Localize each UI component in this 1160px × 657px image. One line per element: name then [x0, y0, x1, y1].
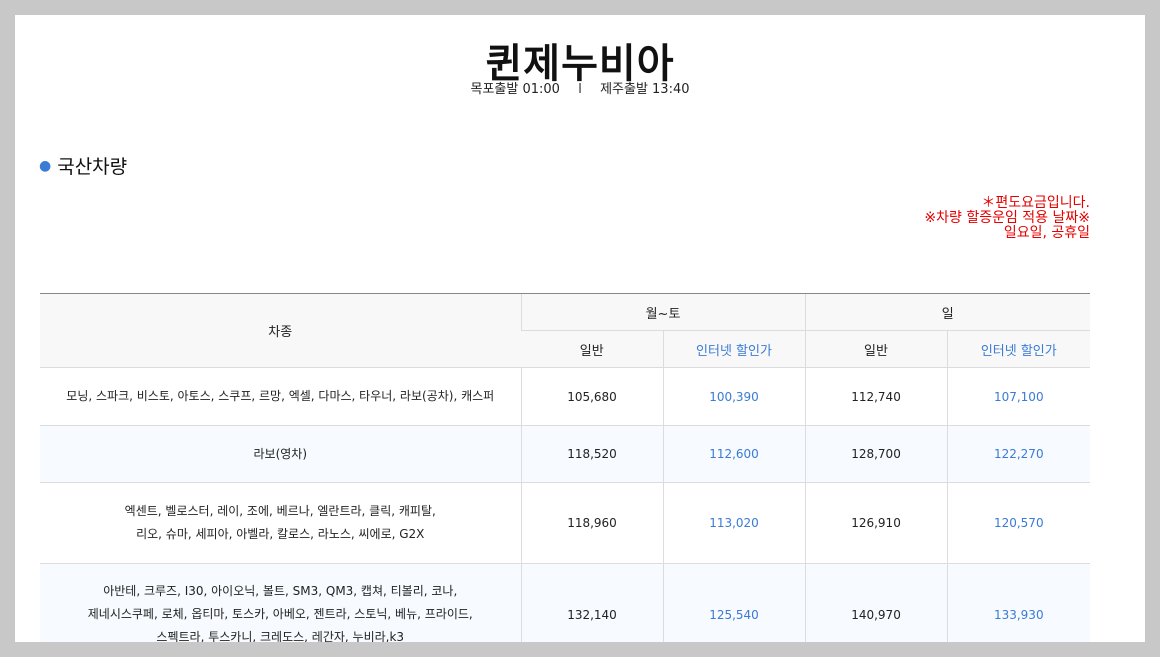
car-list-line: 리오, 슈마, 세피아, 아벨라, 칼로스, 라노스, 씨에로, G2X — [136, 527, 425, 541]
bullet-icon: ● — [39, 158, 52, 174]
weekday-internet-price: 125,540 — [662, 563, 806, 642]
weekday-internet-price: 100,390 — [662, 367, 806, 426]
header-sunday-internet: 인터넷 할인가 — [946, 330, 1091, 368]
table-row: 엑센트, 벨로스터, 레이, 조에, 베르나, 엘란트라, 클릭, 캐피탈, 리… — [40, 482, 1091, 564]
fare-page: 퀸제누비아 목포출발 01:00 I 제주출발 13:40 ● 국산차량 ＊편도요… — [15, 15, 1145, 642]
car-type-cell: 엑센트, 벨로스터, 레이, 조에, 베르나, 엘란트라, 클릭, 캐피탈, 리… — [40, 482, 521, 564]
header-weekday-internet: 인터넷 할인가 — [662, 330, 806, 368]
table-row: 모닝, 스파크, 비스토, 아토스, 스쿠프, 르망, 엑셀, 다마스, 타우너… — [40, 367, 1091, 426]
header-weekday-regular: 일반 — [521, 330, 663, 368]
sunday-regular-price: 126,910 — [804, 482, 948, 564]
weekday-regular-price: 132,140 — [520, 563, 663, 642]
mokpo-departure-time: 목포출발 01:00 — [470, 82, 560, 97]
notice-line-days: 일요일, 공휴일 — [1003, 225, 1090, 241]
sunday-regular-price: 140,970 — [804, 563, 948, 642]
weekday-regular-price: 118,520 — [520, 425, 663, 483]
weekday-regular-price: 105,680 — [520, 367, 663, 426]
car-list-line: 제네시스쿠페, 로체, 옵티마, 토스카, 아베오, 젠트라, 스토닉, 베뉴,… — [87, 607, 473, 621]
sunday-internet-price: 122,270 — [946, 425, 1091, 483]
schedule-separator: I — [578, 82, 582, 97]
sunday-internet-price: 120,570 — [946, 482, 1091, 564]
fare-notice: ＊편도요금입니다. ※차량 할증운임 적용 날짜※ 일요일, 공휴일 — [924, 196, 1090, 241]
car-list-line: 엑센트, 벨로스터, 레이, 조에, 베르나, 엘란트라, 클릭, 캐피탈, — [124, 504, 436, 518]
sunday-regular-price: 128,700 — [804, 425, 948, 483]
header-weekday: 월~토 — [520, 293, 806, 331]
table-row: 라보(영차) 118,520 112,600 128,700 122,270 — [40, 425, 1091, 483]
header-car-type: 차종 — [40, 293, 521, 368]
header-sunday: 일 — [804, 293, 1091, 331]
sunday-regular-price: 112,740 — [804, 367, 948, 426]
sunday-internet-price: 133,930 — [946, 563, 1091, 642]
sunday-internet-price: 107,100 — [946, 367, 1091, 426]
section-title-text: 국산차량 — [57, 156, 128, 178]
jeju-departure-time: 제주출발 13:40 — [600, 82, 690, 97]
car-list-line: 아반테, 크루즈, I30, 아이오닉, 볼트, SM3, QM3, 캡쳐, 티… — [103, 584, 458, 598]
car-type-cell: 아반테, 크루즈, I30, 아이오닉, 볼트, SM3, QM3, 캡쳐, 티… — [40, 563, 521, 642]
notice-line-surcharge: ※차량 할증운임 적용 날짜※ — [924, 210, 1090, 226]
section-heading: ● 국산차량 — [39, 152, 127, 179]
weekday-internet-price: 112,600 — [662, 425, 806, 483]
weekday-regular-price: 118,960 — [520, 482, 663, 564]
car-type-cell: 라보(영차) — [40, 425, 521, 483]
car-list-line: 모닝, 스파크, 비스토, 아토스, 스쿠프, 르망, 엑셀, 다마스, 타우너… — [66, 389, 495, 403]
weekday-internet-price: 113,020 — [662, 482, 806, 564]
car-list-line: 라보(영차) — [253, 446, 308, 461]
fare-table: 차종 월~토 일 일반 인터넷 할인가 일반 인터넷 할인가 모닝, 스파크, … — [40, 293, 1091, 642]
departure-schedule: 목포출발 01:00 I 제주출발 13:40 — [15, 78, 1145, 97]
car-list-line: 스펙트라, 투스카니, 크레도스, 레간자, 누비라,k3 — [156, 630, 405, 642]
notice-line-oneway: ＊편도요금입니다. — [981, 195, 1090, 211]
bottom-frame-bar — [0, 642, 1160, 657]
table-row: 아반테, 크루즈, I30, 아이오닉, 볼트, SM3, QM3, 캡쳐, 티… — [40, 563, 1091, 642]
header-sunday-regular: 일반 — [804, 330, 948, 368]
car-type-cell: 모닝, 스파크, 비스토, 아토스, 스쿠프, 르망, 엑셀, 다마스, 타우너… — [40, 367, 521, 426]
